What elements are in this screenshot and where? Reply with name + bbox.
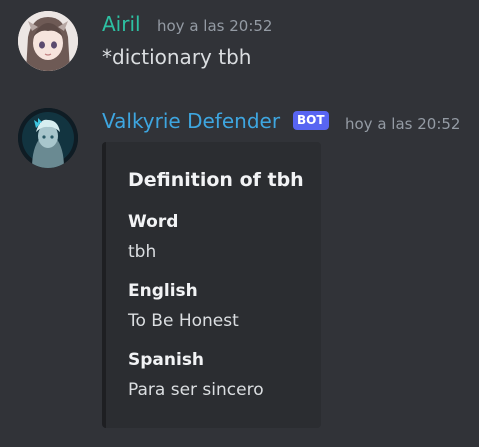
message-timestamp: hoy a las 20:52 <box>157 17 273 35</box>
embed-field-name: Spanish <box>128 350 205 370</box>
airil-avatar-icon <box>18 11 78 71</box>
author-name[interactable]: Valkyrie Defender <box>102 109 280 133</box>
embed-field-value: tbh <box>128 242 157 262</box>
embed-title: Definition of tbh <box>128 169 304 191</box>
avatar[interactable] <box>18 11 78 71</box>
definition-embed: Definition of tbh Word tbh English To Be… <box>102 142 321 428</box>
embed-field-value: To Be Honest <box>128 311 239 331</box>
message-content: *dictionary tbh <box>102 45 252 69</box>
embed-field-name: English <box>128 281 198 301</box>
bot-badge: BOT <box>293 111 329 130</box>
author-name[interactable]: Airil <box>102 12 141 36</box>
message-timestamp: hoy a las 20:52 <box>345 115 461 133</box>
embed-field-name: Word <box>128 212 179 232</box>
valkyrie-avatar-icon <box>18 108 78 168</box>
embed-field-value: Para ser sincero <box>128 380 264 400</box>
avatar[interactable] <box>18 108 78 168</box>
